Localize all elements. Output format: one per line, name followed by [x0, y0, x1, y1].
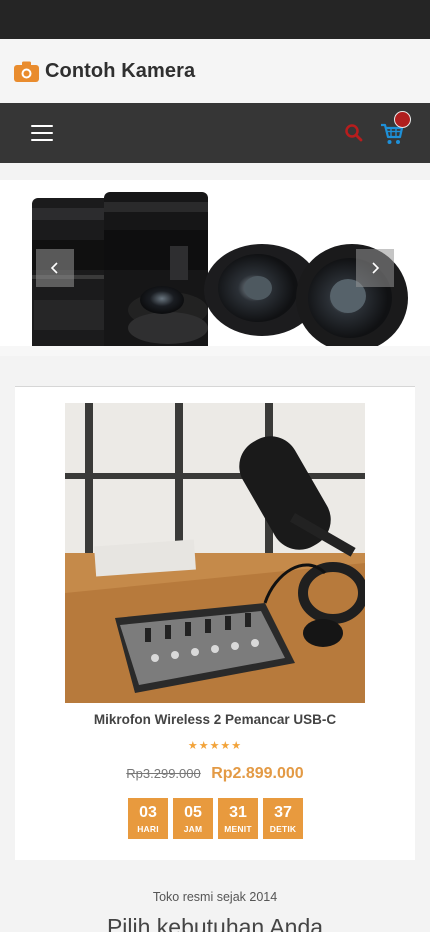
- product-image[interactable]: [65, 403, 365, 703]
- sale-price: Rp2.899.000: [211, 765, 304, 782]
- countdown-seconds: 37 DETIK: [263, 798, 303, 839]
- status-bar: [0, 0, 430, 39]
- countdown-hours: 05 JAM: [173, 798, 213, 839]
- hamburger-menu-icon[interactable]: [31, 125, 53, 141]
- chevron-left-icon: [50, 262, 58, 274]
- product-rating-stars: ★★★★★: [187, 740, 243, 752]
- product-card[interactable]: Mikrofon Wireless 2 Pemancar USB-C ★★★★★…: [15, 387, 415, 860]
- product-price: Rp3.299.000 Rp2.899.000: [15, 765, 415, 783]
- camera-icon[interactable]: [14, 61, 39, 82]
- hero-slider[interactable]: [0, 180, 430, 356]
- main-navbar: [0, 103, 430, 163]
- slider-next-button[interactable]: [356, 249, 394, 287]
- countdown-timer: 03 HARI 05 JAM 31 MENIT 37 DETIK: [128, 798, 303, 839]
- cart-count-badge: [394, 111, 411, 128]
- brand-name[interactable]: Contoh Kamera: [45, 60, 195, 83]
- site-header: Contoh Kamera: [0, 39, 430, 103]
- search-icon[interactable]: [344, 123, 364, 143]
- product-name[interactable]: Mikrofon Wireless 2 Pemancar USB-C: [15, 712, 415, 727]
- old-price: Rp3.299.000: [126, 766, 201, 781]
- countdown-minutes: 31 MENIT: [218, 798, 258, 839]
- store-tagline: Toko resmi sejak 2014: [152, 890, 278, 904]
- section-title: Pilih kebutuhan Anda: [106, 914, 324, 932]
- chevron-right-icon: [372, 262, 380, 274]
- countdown-days: 03 HARI: [128, 798, 168, 839]
- slider-prev-button[interactable]: [36, 249, 74, 287]
